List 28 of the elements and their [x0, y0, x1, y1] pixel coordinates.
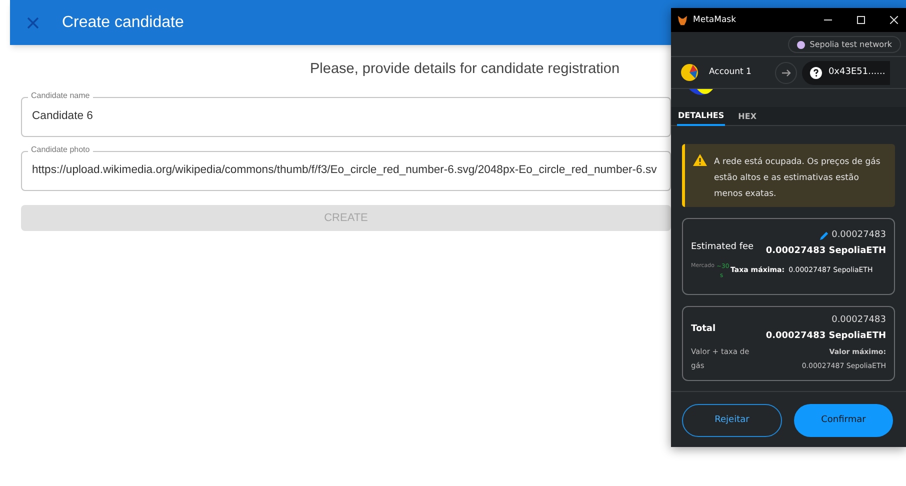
arrow-right-icon: [781, 68, 792, 78]
address-pill[interactable]: 0x43E51......: [802, 60, 890, 84]
tab[interactable]: HEX: [737, 107, 758, 126]
account-avatar-icon: [681, 64, 698, 81]
network-pill[interactable]: Sepolia test network: [788, 36, 901, 53]
app-bar-title: Create candidate: [62, 12, 184, 32]
form-heading: Please, provide details for candidate registration: [310, 60, 620, 79]
fee-label: Estimated fee: [691, 241, 754, 254]
arrow-button[interactable]: [775, 62, 798, 84]
field-label: Candidate photo: [28, 144, 93, 156]
question-icon: [810, 66, 822, 78]
maximize-icon[interactable]: [857, 16, 865, 24]
warning-icon: [693, 154, 707, 166]
reject-button[interactable]: Rejeitar: [682, 404, 782, 437]
tab[interactable]: DETALHES: [677, 107, 726, 126]
fee-amount: 0.00027483: [832, 229, 886, 242]
total-amount: 0.00027483: [832, 314, 886, 327]
fee-amount-total: 0.00027483 SepoliaETH: [766, 244, 886, 258]
fox-icon: [677, 14, 688, 26]
total-label: Total: [691, 323, 716, 336]
confirm-button[interactable]: Confirmar: [794, 404, 893, 437]
total-amount-bold: 0.00027483 SepoliaETH: [766, 330, 886, 342]
avatar-blob-icon: [689, 89, 713, 97]
text-field[interactable]: Candidate 6: [21, 96, 671, 137]
warning-text: A rede está ocupada. Os preços de gás estão altos e as estimativas estão menos exatas.: [714, 156, 882, 201]
pencil-icon[interactable]: [820, 231, 829, 240]
account-name[interactable]: Account 1: [709, 66, 752, 79]
window-title: MetaMask: [693, 14, 736, 26]
